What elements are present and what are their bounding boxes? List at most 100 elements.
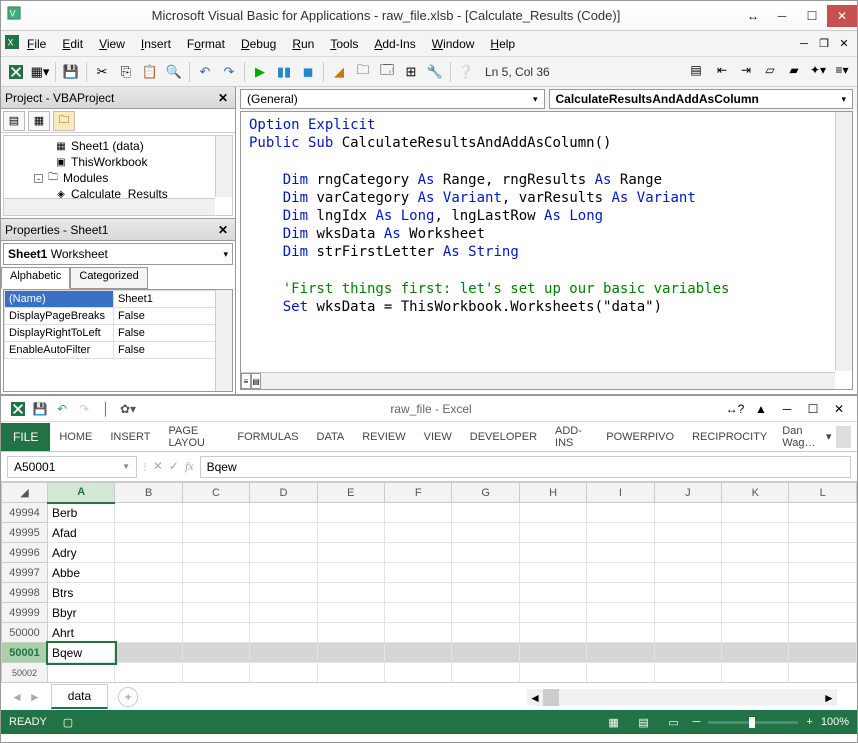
tab-data[interactable]: DATA: [308, 424, 354, 450]
formula-input[interactable]: Bqew: [200, 456, 851, 478]
col-header[interactable]: C: [182, 483, 249, 503]
maximize-button[interactable]: ☐: [797, 5, 827, 27]
tab-insert[interactable]: INSERT: [101, 424, 159, 450]
select-all-corner[interactable]: ◢: [2, 483, 48, 503]
touch-mode-icon[interactable]: ↔?: [723, 399, 747, 419]
view-excel-icon[interactable]: [5, 61, 27, 83]
indent-right-icon[interactable]: ⇥: [735, 59, 757, 81]
bookmark-icon[interactable]: ✦▾: [807, 59, 829, 81]
object-browser-icon[interactable]: ⊞: [400, 61, 422, 83]
col-header[interactable]: L: [789, 483, 857, 503]
sheet-tab-data[interactable]: data: [51, 684, 108, 709]
design-mode-icon[interactable]: ◢: [328, 61, 350, 83]
menu-insert[interactable]: Insert: [133, 34, 179, 54]
col-header[interactable]: F: [385, 483, 452, 503]
menu-window[interactable]: Window: [424, 34, 483, 54]
toolbox-icon[interactable]: 🔧: [424, 61, 446, 83]
list-icon[interactable]: ▤: [685, 59, 707, 81]
tab-home[interactable]: HOME: [50, 424, 101, 450]
page-break-view-icon[interactable]: ▭: [663, 713, 685, 731]
user-name[interactable]: Dan Wag…: [782, 425, 822, 449]
insert-dropdown-icon[interactable]: ▦▾: [29, 61, 51, 83]
page-layout-view-icon[interactable]: ▤: [633, 713, 655, 731]
collapse-icon[interactable]: -: [34, 174, 43, 183]
code-editor[interactable]: Option Explicit Public Sub CalculateResu…: [240, 111, 853, 390]
cut-icon[interactable]: ✂: [91, 61, 113, 83]
col-header[interactable]: J: [654, 483, 721, 503]
tab-formulas[interactable]: FORMULAS: [228, 424, 307, 450]
sync-icon[interactable]: ↔: [739, 9, 767, 23]
close-button[interactable]: ✕: [827, 5, 857, 27]
project-vscrollbar[interactable]: [215, 136, 232, 197]
help-icon[interactable]: ❔: [455, 61, 477, 83]
enter-formula-icon[interactable]: ✓: [169, 459, 179, 474]
procedure-view-icon[interactable]: ≡: [241, 373, 251, 389]
redo-icon[interactable]: ↷: [218, 61, 240, 83]
tab-file[interactable]: FILE: [1, 423, 50, 451]
col-header[interactable]: H: [519, 483, 586, 503]
mdi-close-button[interactable]: ✕: [835, 36, 853, 52]
save-icon[interactable]: 💾: [60, 61, 82, 83]
ribbon-options-icon[interactable]: ▲: [749, 399, 773, 419]
tab-alphabetic[interactable]: Alphabetic: [1, 267, 70, 289]
zoom-slider[interactable]: [708, 721, 798, 724]
undo-icon[interactable]: ↶: [51, 398, 73, 420]
tab-categorized[interactable]: Categorized: [70, 267, 147, 289]
project-hscrollbar[interactable]: [4, 198, 215, 215]
properties-pane-close-icon[interactable]: ✕: [215, 222, 231, 238]
col-header[interactable]: G: [452, 483, 519, 503]
normal-view-icon[interactable]: ▦: [603, 713, 625, 731]
cancel-formula-icon[interactable]: ✕: [153, 459, 163, 474]
macro-record-icon[interactable]: ▢: [57, 713, 79, 731]
tab-pagelayout[interactable]: PAGE LAYOU: [159, 418, 228, 456]
sheet-nav-next-icon[interactable]: ►: [29, 690, 41, 704]
tab-developer[interactable]: DEVELOPER: [461, 424, 546, 450]
maximize-button[interactable]: ☐: [801, 399, 825, 419]
project-explorer-icon[interactable]: 🗀: [352, 61, 374, 83]
copy-icon[interactable]: ⎘: [115, 61, 137, 83]
menu-view[interactable]: View: [91, 34, 133, 54]
tab-review[interactable]: REVIEW: [353, 424, 414, 450]
col-header[interactable]: A: [48, 483, 115, 503]
project-tree[interactable]: ▦Sheet1 (data) ▣ThisWorkbook - 🗀Modules …: [3, 135, 233, 216]
menu-tools[interactable]: Tools: [322, 34, 366, 54]
indent-left-icon[interactable]: ⇤: [711, 59, 733, 81]
undo-icon[interactable]: ↶: [194, 61, 216, 83]
fx-icon[interactable]: fx: [185, 459, 194, 474]
zoom-in-button[interactable]: +: [806, 716, 812, 728]
avatar-icon[interactable]: [836, 426, 851, 448]
scroll-right-icon[interactable]: ►: [821, 689, 837, 706]
col-header[interactable]: B: [115, 483, 182, 503]
menu-format[interactable]: Format: [179, 34, 233, 54]
col-header[interactable]: I: [587, 483, 654, 503]
tab-reciprocity[interactable]: RECIPROCITY: [683, 424, 776, 450]
minimize-button[interactable]: ─: [775, 399, 799, 419]
menu-edit[interactable]: Edit: [54, 34, 91, 54]
minimize-button[interactable]: ─: [767, 5, 797, 27]
menu-file[interactable]: File: [19, 34, 54, 54]
menu-debug[interactable]: Debug: [233, 34, 284, 54]
options-icon[interactable]: ≡▾: [831, 59, 853, 81]
code-hscrollbar[interactable]: [261, 372, 835, 389]
mdi-minimize-button[interactable]: ─: [795, 36, 813, 52]
zoom-out-button[interactable]: ─: [693, 716, 701, 728]
name-box[interactable]: A50001 ▼: [7, 456, 137, 478]
menu-run[interactable]: Run: [284, 34, 322, 54]
paste-icon[interactable]: 📋: [139, 61, 161, 83]
tab-powerpivot[interactable]: POWERPIVO: [597, 424, 683, 450]
view-code-icon[interactable]: ▤: [3, 111, 25, 131]
zoom-level[interactable]: 100%: [821, 716, 849, 728]
mdi-restore-button[interactable]: ❐: [815, 36, 833, 52]
view-object-icon[interactable]: ▦: [28, 111, 50, 131]
code-content[interactable]: Option Explicit Public Sub CalculateResu…: [241, 112, 852, 320]
excel-icon[interactable]: X: [5, 35, 19, 52]
procedure-combo[interactable]: CalculateResultsAndAddAsColumn ▾: [549, 89, 854, 109]
col-header[interactable]: D: [250, 483, 317, 503]
properties-grid[interactable]: (Name)Sheet1 DisplayPageBreaksFalse Disp…: [3, 289, 233, 392]
break-icon[interactable]: ▮▮: [273, 61, 295, 83]
scroll-left-icon[interactable]: ◄: [527, 689, 543, 706]
menu-help[interactable]: Help: [482, 34, 523, 54]
object-selector-dropdown[interactable]: Sheet1 Worksheet ▾: [3, 243, 233, 265]
tab-addins[interactable]: ADD-INS: [546, 418, 597, 456]
properties-window-icon[interactable]: 🗔: [376, 61, 398, 83]
